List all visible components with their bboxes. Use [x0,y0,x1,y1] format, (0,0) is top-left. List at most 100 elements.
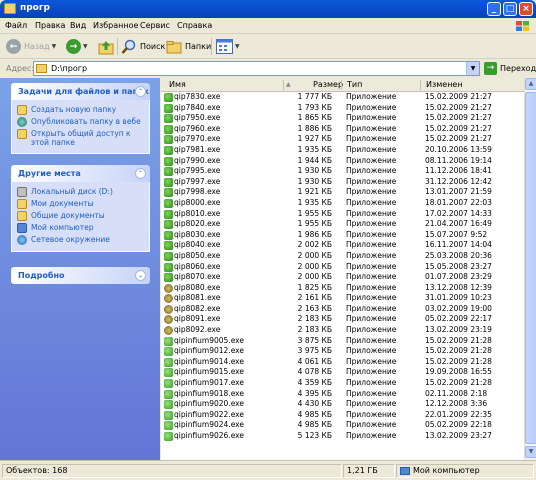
folders-icon [166,40,182,53]
column-divider[interactable] [420,80,421,90]
go-arrow-icon: → [484,62,497,75]
file-tasks-header[interactable]: Задачи для файлов и папок ⌃ [11,83,150,100]
up-folder-button[interactable] [98,37,114,56]
file-name: qipinfium9020.exe [174,399,245,409]
file-row[interactable]: qip7970.exe 1 927 КБ Приложение 15.02.2009 … [161,134,524,145]
other-places-header[interactable]: Другие места ⌃ [11,165,150,182]
expand-icon[interactable]: ⌄ [135,270,146,281]
file-type: Приложение [346,229,397,239]
file-row[interactable]: qipinfium9020.exe 4 430 КБ Приложение 12.12… [161,399,524,410]
sort-arrow-icon: ▲ [286,81,291,88]
forward-button[interactable]: → ▼ [66,37,88,56]
maximize-button[interactable]: □ [503,2,517,16]
file-type: Приложение [346,208,397,218]
details-header[interactable]: Подробно ⌄ [11,267,150,284]
task-new-folder[interactable]: Создать новую папку [17,105,144,115]
vertical-scrollbar[interactable]: ▲ ▼ [524,78,536,460]
folders-button[interactable]: Папки [166,37,211,56]
menu-view[interactable]: Вид [70,21,86,30]
file-size: 3 975 КБ [297,346,332,356]
menu-edit[interactable]: Правка [35,21,65,30]
place-shared-documents[interactable]: Общие документы [17,211,144,221]
collapse-icon[interactable]: ⌃ [135,168,146,179]
menu-file[interactable]: Файл [5,21,27,30]
file-row[interactable]: qip8082.exe 2 163 КБ Приложение 03.02.2009 … [161,304,524,315]
file-row[interactable]: qipinfium9017.exe 4 359 КБ Приложение 15.02… [161,378,524,389]
file-row[interactable]: qipinfium9026.exe 5 123 КБ Приложение 13.02… [161,431,524,442]
minimize-button[interactable]: _ [487,2,501,16]
file-row[interactable]: qip8030.exe 1 986 КБ Приложение 15.07.2007 … [161,230,524,241]
file-row[interactable]: qip8050.exe 2 000 КБ Приложение 25.03.2008 … [161,251,524,262]
file-row[interactable]: qip8080.exe 1 825 КБ Приложение 13.12.2008 … [161,283,524,294]
file-modified: 15.02.2009 21:28 [425,346,492,356]
file-row[interactable]: qip8092.exe 2 183 КБ Приложение 13.02.2009 … [161,325,524,336]
file-row[interactable]: qipinfium9014.exe 4 061 КБ Приложение 15.02… [161,357,524,368]
file-name: qipinfium9026.exe [174,431,245,440]
place-network[interactable]: Сетевое окружение [17,235,144,245]
column-divider[interactable] [283,80,284,90]
go-button[interactable]: → Переход [484,62,536,75]
scroll-down-button[interactable]: ▼ [525,446,536,458]
back-button[interactable]: ← Назад ▼ [6,37,56,56]
place-my-computer[interactable]: Мой компьютер [17,223,144,233]
place-my-documents[interactable]: Мои документы [17,199,144,209]
file-size: 1 944 КБ [297,155,332,165]
search-button[interactable]: Поиск [121,37,165,56]
file-name: qipinfium9014.exe [174,356,245,366]
address-input[interactable]: D:\прогр ▼ [33,61,480,76]
address-bar: Адрес: D:\прогр ▼ → Переход [0,60,536,77]
forward-arrow-icon: → [66,39,81,54]
close-button[interactable]: × [519,2,533,16]
menu-help[interactable]: Справка [177,21,212,30]
collapse-icon[interactable]: ⌃ [135,86,146,97]
address-dropdown-button[interactable]: ▼ [466,62,479,75]
column-size[interactable]: Размер [313,80,343,89]
qip-icon [164,209,173,219]
menu-favorites[interactable]: Избранное [93,21,138,30]
qip-icon [164,198,173,208]
file-size: 1 865 КБ [297,113,332,123]
file-row[interactable]: qip7990.exe 1 944 КБ Приложение 08.11.2006 … [161,156,524,167]
menu-tools[interactable]: Сервис [140,21,170,30]
file-type: Приложение [346,272,397,282]
file-row[interactable]: qipinfium9012.exe 3 975 КБ Приложение 15.02… [161,346,524,357]
file-row[interactable]: qipinfium9005.exe 3 875 КБ Приложение 15.02… [161,336,524,347]
file-row[interactable]: qip7981.exe 1 935 КБ Приложение 20.10.2006 … [161,145,524,156]
scroll-up-button[interactable]: ▲ [525,78,536,90]
file-row[interactable]: qip7840.exe 1 793 КБ Приложение 15.02.2009 … [161,103,524,114]
file-row[interactable]: qip8040.exe 2 002 КБ Приложение 16.11.2007 … [161,240,524,251]
column-name[interactable]: Имя [169,80,186,89]
file-row[interactable]: qipinfium9018.exe 4 395 КБ Приложение 02.11… [161,389,524,400]
scroll-thumb[interactable] [525,92,536,444]
file-modified: 15.07.2007 9:52 [425,229,488,239]
column-modified[interactable]: Изменен [426,80,463,89]
file-row[interactable]: qip8020.exe 1 955 КБ Приложение 21.04.2007 … [161,219,524,230]
toolbar: ← Назад ▼ → ▼ Поиск Папки ▼ [0,34,536,59]
file-row[interactable]: qipinfium9024.exe 4 985 КБ Приложение 05.02… [161,420,524,431]
task-publish-web[interactable]: Опубликовать папку в вебе [17,117,144,127]
place-local-disk[interactable]: Локальный диск (D:) [17,187,144,197]
file-row[interactable]: qip7995.exe 1 930 КБ Приложение 11.12.2006 … [161,166,524,177]
back-arrow-icon: ← [6,39,21,54]
file-row[interactable]: qipinfium9022.exe 4 985 КБ Приложение 22.01… [161,410,524,421]
file-row[interactable]: qip7997.exe 1 930 КБ Приложение 31.12.2006 … [161,177,524,188]
column-type[interactable]: Тип [347,80,362,89]
file-row[interactable]: qip8010.exe 1 955 КБ Приложение 17.02.2007 … [161,209,524,220]
file-row[interactable]: qipinfium9015.exe 4 078 КБ Приложение 19.09… [161,367,524,378]
file-row[interactable]: qip8091.exe 2 183 КБ Приложение 05.02.2009 … [161,314,524,325]
file-row[interactable]: qip7998.exe 1 921 КБ Приложение 13.01.2007 … [161,187,524,198]
infium-icon [164,400,173,410]
file-row[interactable]: qip7950.exe 1 865 КБ Приложение 15.02.2009 … [161,113,524,124]
file-type: Приложение [346,293,397,303]
views-button[interactable]: ▼ [216,37,240,56]
file-row[interactable]: qip7830.exe 1 777 КБ Приложение 15.02.2009 … [161,92,524,103]
file-row[interactable]: qip8060.exe 2 000 КБ Приложение 15.05.2008 … [161,262,524,273]
task-share-folder[interactable]: Открыть общий доступ к этой папке [17,129,144,147]
column-divider[interactable] [341,80,342,90]
file-row[interactable]: qip8081.exe 2 161 КБ Приложение 31.01.2009 … [161,293,524,304]
file-row[interactable]: qip8000.exe 1 935 КБ Приложение 18.01.2007 … [161,198,524,209]
file-name: qip7970.exe [174,134,221,144]
file-row[interactable]: qip8070.exe 2 000 КБ Приложение 01.07.2008 … [161,272,524,283]
file-row[interactable]: qip7960.exe 1 886 КБ Приложение 15.02.2009 … [161,124,524,135]
file-name: qip8080.exe [174,282,221,292]
